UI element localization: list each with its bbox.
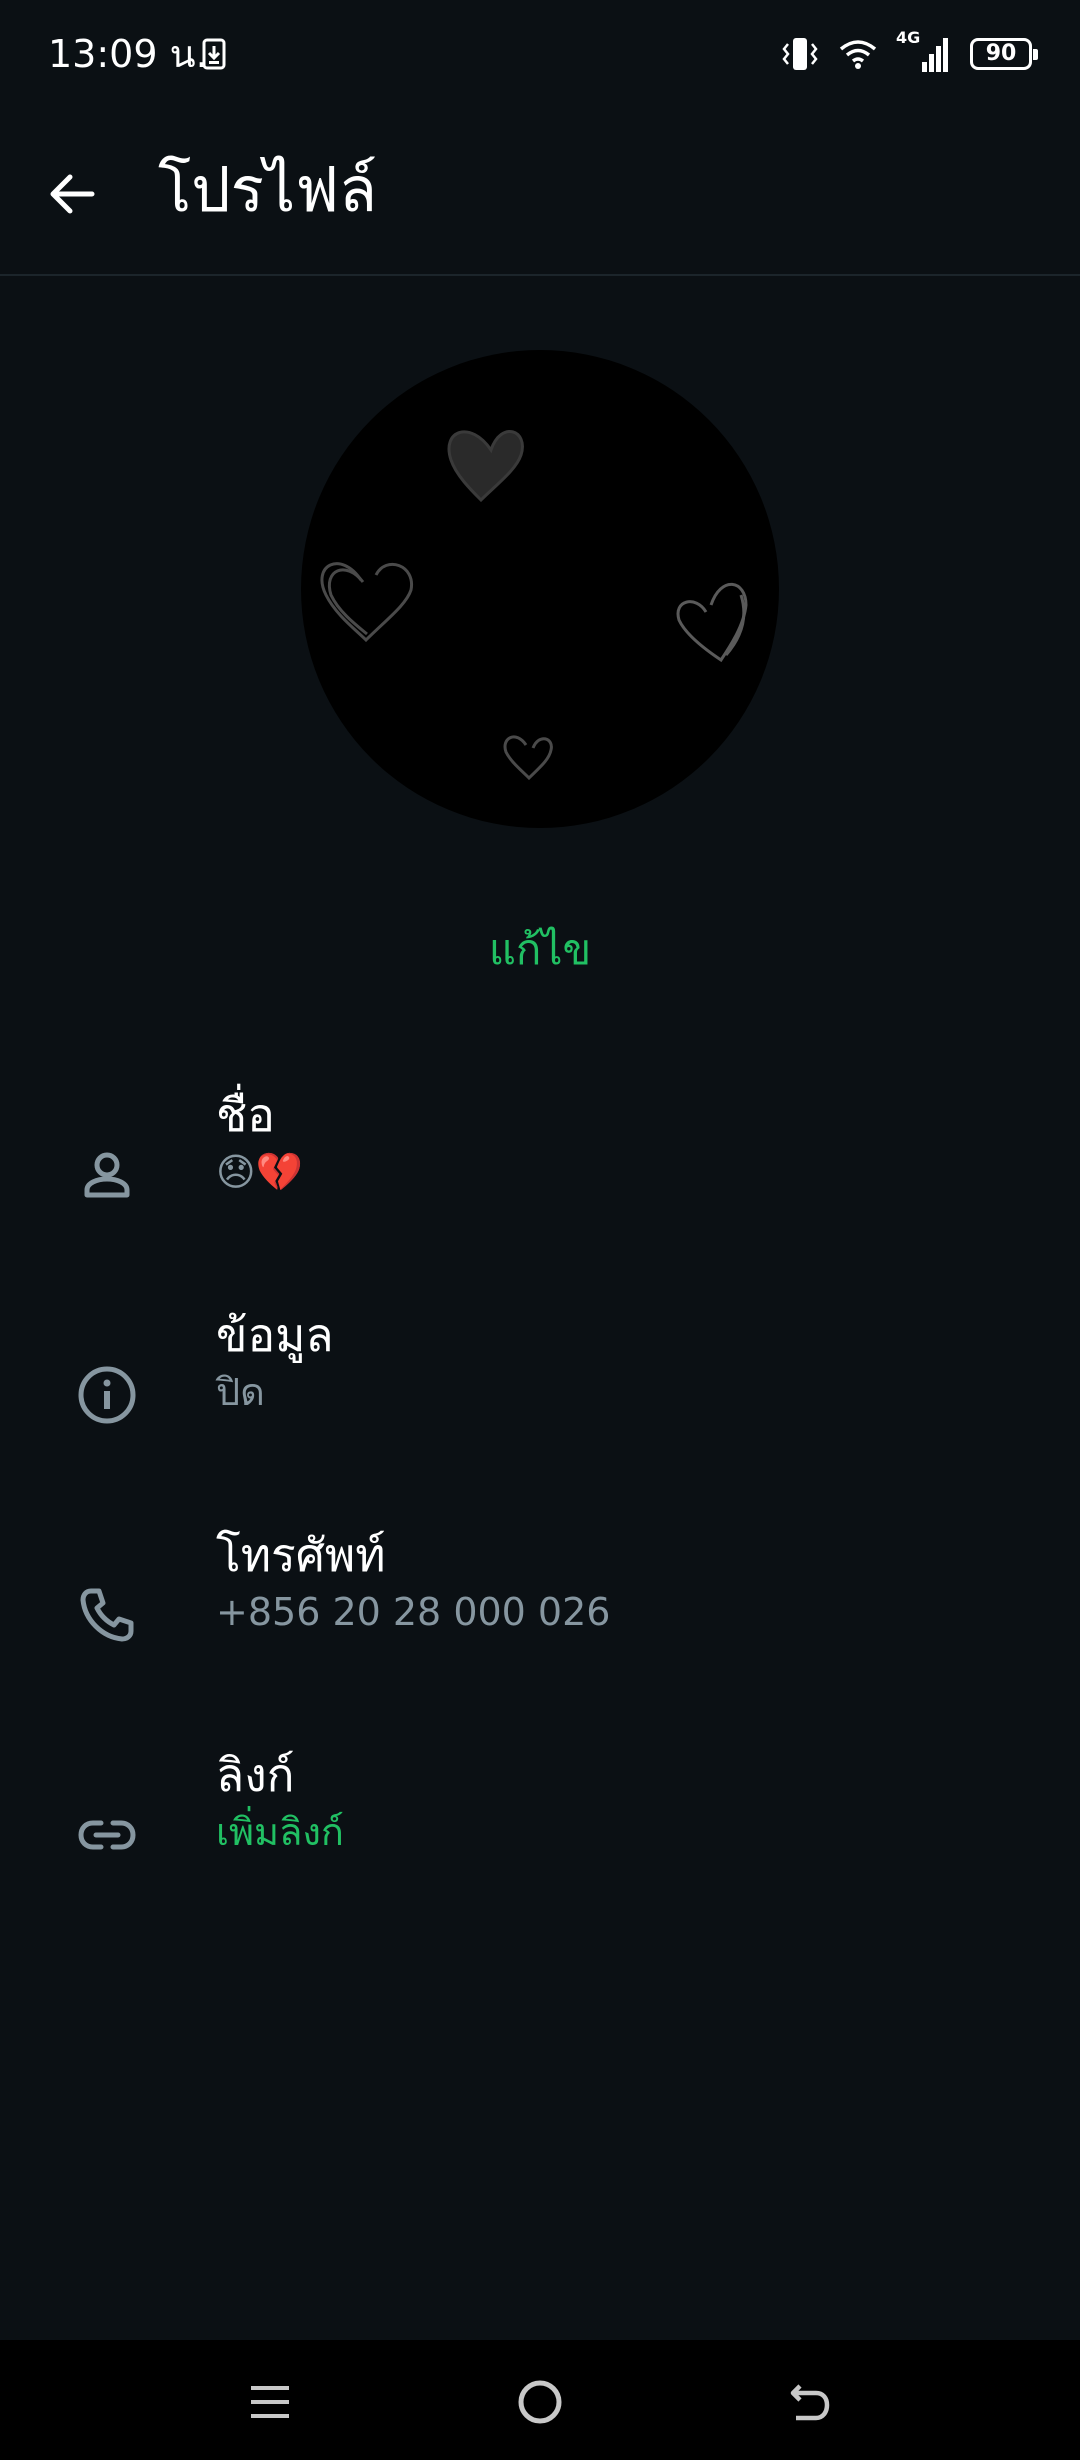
phone-row[interactable]: โทรศัพท์ +856 20 28 000 026 [0,1508,1080,1708]
add-link-value[interactable]: เพิ่มลิงก์ [216,1806,344,1858]
phone-label: โทรศัพท์ [216,1528,386,1582]
home-icon [518,2380,562,2424]
profile-photo[interactable] [301,350,779,828]
edit-photo-link[interactable]: แก้ไข [0,920,1080,980]
battery-icon: 90 [970,38,1038,70]
system-back-button[interactable] [778,2370,842,2434]
home-button[interactable] [508,2370,572,2434]
back-button[interactable] [36,158,108,230]
phone-value: +856 20 28 000 026 [216,1590,611,1634]
phone-icon [70,1578,144,1652]
signal-icon [922,38,948,72]
link-icon [70,1798,144,1872]
links-label: ลิงก์ [216,1748,295,1802]
back-icon [790,2384,830,2421]
person-icon [70,1138,144,1212]
cell-signal: 4G [896,28,952,74]
status-icons: 4G 90 [780,28,1038,76]
links-row[interactable]: ลิงก์ เพิ่มลิงก์ [0,1728,1080,1928]
status-bar: 13:09 น. 4G 90 [0,0,1080,108]
battery-level: 90 [985,41,1017,66]
vibrate-icon [782,38,818,70]
download-notification-icon [202,38,226,70]
name-value: 😞💔 [216,1150,303,1194]
status-time: 13:09 น. [48,32,208,76]
wifi-icon [839,40,877,69]
arrow-back-icon [50,174,95,214]
menu-icon [251,2386,289,2418]
name-label: ชื่อ [216,1088,275,1142]
about-row[interactable]: ข้อมูล ปิด [0,1288,1080,1488]
about-value: ปิด [216,1370,265,1414]
info-icon [70,1358,144,1432]
hearts-doodle-image [320,368,748,781]
app-bar: โปรไฟล์ [0,108,1080,276]
recents-button[interactable] [238,2370,302,2434]
about-label: ข้อมูล [216,1308,334,1362]
name-row[interactable]: ชื่อ 😞💔 [0,1068,1080,1268]
page-title: โปรไฟล์ [158,153,378,226]
navigation-bar [0,2340,1080,2460]
